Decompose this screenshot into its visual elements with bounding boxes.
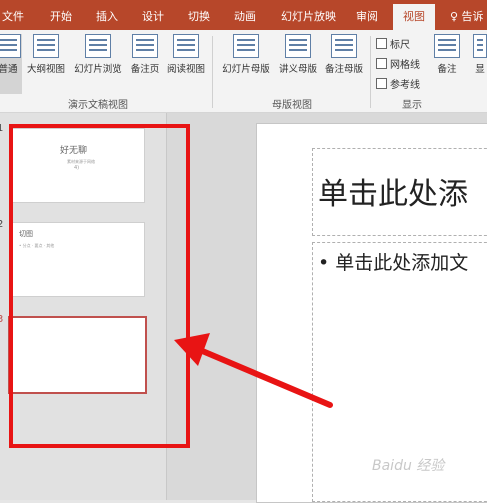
tab-home[interactable]: 开始	[50, 8, 72, 24]
watermark: Baidu 经验	[372, 458, 445, 474]
checkbox-box[interactable]	[376, 38, 387, 49]
thumbnail-subtitle: 素材来源于网络	[67, 159, 95, 164]
tab-design[interactable]: 设计	[142, 8, 164, 24]
slide-master-button[interactable]: 幻灯片母版	[218, 34, 274, 75]
thumbnail-text: 4)	[74, 165, 80, 171]
slide-thumbnail-2[interactable]: 切图 • 分点 · 要点 · 其他	[10, 222, 145, 297]
handout-master-icon	[285, 34, 311, 58]
handout-master-button[interactable]: 讲义母版	[276, 34, 320, 75]
display-icon	[473, 34, 487, 58]
slide-sorter-button[interactable]: 幻灯片浏览	[70, 34, 126, 75]
tab-animations[interactable]: 动画	[234, 8, 256, 24]
slide-number: 1	[0, 123, 3, 134]
thumbnail-bullets: • 分点 · 要点 · 其他	[19, 243, 55, 248]
slide-sorter-icon	[85, 34, 111, 58]
checkbox-box[interactable]	[376, 78, 387, 89]
thumbnail-title: 好无聊	[60, 146, 88, 156]
checkbox-box[interactable]	[376, 58, 387, 69]
normal-view-button[interactable]: 普通	[0, 34, 22, 94]
group-separator	[212, 36, 213, 108]
slide-number: 2	[0, 219, 3, 230]
guides-checkbox[interactable]: 参考线	[376, 76, 420, 91]
notes-page-icon	[132, 34, 158, 58]
notes-icon	[434, 34, 460, 58]
notes-page-button[interactable]: 备注页	[128, 34, 162, 75]
tab-slideshow[interactable]: 幻灯片放映	[281, 8, 336, 24]
group-separator	[370, 36, 371, 108]
ribbon-tab-bar: 文件 开始 插入 设计 切换 动画 幻灯片放映 审阅 视图 ♀ 告诉	[0, 0, 487, 30]
ruler-checkbox[interactable]: 标尺	[376, 36, 410, 51]
outline-view-icon	[33, 34, 59, 58]
group-label-show: 显示	[402, 100, 422, 111]
tab-review[interactable]: 审阅	[356, 8, 378, 24]
outline-view-button[interactable]: 大纲视图	[24, 34, 68, 75]
display-button[interactable]: 显	[472, 34, 487, 75]
group-label-master-views: 母版视图	[272, 100, 312, 111]
tell-me-search[interactable]: ♀ 告诉	[450, 8, 484, 24]
notes-button[interactable]: 备注	[432, 34, 462, 75]
gridlines-checkbox[interactable]: 网格线	[376, 56, 420, 71]
group-label-presentation-views: 演示文稿视图	[68, 100, 128, 111]
slide-master-icon	[233, 34, 259, 58]
ribbon-view: 普通 大纲视图 幻灯片浏览 备注页 阅读视图 演示文稿视图 幻灯片母版 讲义母版…	[0, 30, 487, 140]
reading-view-button[interactable]: 阅读视图	[164, 34, 208, 75]
tab-file[interactable]: 文件	[2, 8, 24, 24]
notes-master-button[interactable]: 备注母版	[322, 34, 366, 75]
thumbnail-title: 切图	[19, 230, 33, 238]
tab-transitions[interactable]: 切换	[188, 8, 210, 24]
reading-view-icon	[173, 34, 199, 58]
slide-thumbnail-1[interactable]: 好无聊 素材来源于网络 4)	[10, 128, 145, 203]
tab-insert[interactable]: 插入	[96, 8, 118, 24]
normal-view-icon	[0, 34, 21, 58]
tab-view[interactable]: 视图	[393, 4, 435, 30]
notes-master-icon	[331, 34, 357, 58]
content-placeholder-text: • 单击此处添加文	[318, 252, 469, 274]
slide-thumbnail-3-selected[interactable]	[8, 316, 147, 394]
title-placeholder-text: 单击此处添	[318, 177, 468, 212]
slide-number: 3	[0, 314, 3, 325]
